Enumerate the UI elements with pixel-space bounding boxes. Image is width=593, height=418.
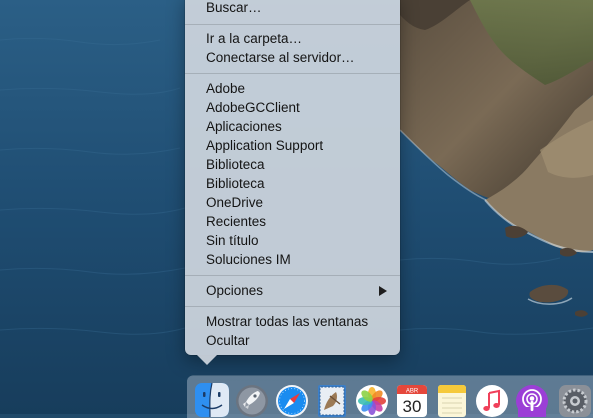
menu-item-opciones[interactable]: Opciones xyxy=(206,283,263,299)
finder-icon[interactable] xyxy=(194,382,230,418)
mail-icon[interactable] xyxy=(314,382,350,418)
menu-separator xyxy=(185,306,400,307)
system-preferences-icon[interactable] xyxy=(557,382,593,418)
menu-item-mostrar-todas-las-ventanas[interactable]: Mostrar todas las ventanas xyxy=(206,314,368,330)
notes-icon[interactable] xyxy=(434,382,470,418)
safari-icon[interactable] xyxy=(274,382,310,418)
menu-separator xyxy=(185,24,400,25)
menu-pointer-arrow xyxy=(197,355,217,365)
menu-item-folder-onedrive[interactable]: OneDrive xyxy=(206,195,263,211)
menu-item-folder-adobegcclient[interactable]: AdobeGCClient xyxy=(206,100,300,116)
menu-item-ocultar[interactable]: Ocultar xyxy=(206,333,250,349)
menu-item-folder-biblioteca[interactable]: Biblioteca xyxy=(206,157,265,173)
calendar-day-label: 30 xyxy=(403,397,422,416)
calendar-month-label: ABR xyxy=(406,389,419,395)
menu-separator xyxy=(185,275,400,276)
photos-icon[interactable] xyxy=(354,382,390,418)
menu-item-folder-sin-titulo[interactable]: Sin título xyxy=(206,233,259,249)
menu-item-conectarse-al-servidor[interactable]: Conectarse al servidor… xyxy=(206,50,355,66)
menu-item-folder-application-support[interactable]: Application Support xyxy=(206,138,323,154)
podcasts-icon[interactable] xyxy=(514,382,550,418)
menu-item-folder-aplicaciones[interactable]: Aplicaciones xyxy=(206,119,282,135)
submenu-chevron-right-icon xyxy=(379,286,387,296)
menu-item-buscar[interactable]: Buscar… xyxy=(206,0,262,16)
launchpad-icon[interactable] xyxy=(234,382,270,418)
menu-item-ir-a-la-carpeta[interactable]: Ir a la carpeta… xyxy=(206,31,302,47)
menu-item-folder-soluciones-im[interactable]: Soluciones IM xyxy=(206,252,291,268)
menu-item-folder-biblioteca-2[interactable]: Biblioteca xyxy=(206,176,265,192)
menu-item-folder-adobe[interactable]: Adobe xyxy=(206,81,245,97)
menu-separator xyxy=(185,73,400,74)
music-icon[interactable] xyxy=(474,382,510,418)
calendar-icon[interactable]: ABR 30 xyxy=(394,382,430,418)
menu-item-folder-recientes[interactable]: Recientes xyxy=(206,214,266,230)
dock-finder-context-menu: Buscar… Ir a la carpeta… Conectarse al s… xyxy=(185,0,400,355)
dock: ABR 30 xyxy=(187,376,593,418)
